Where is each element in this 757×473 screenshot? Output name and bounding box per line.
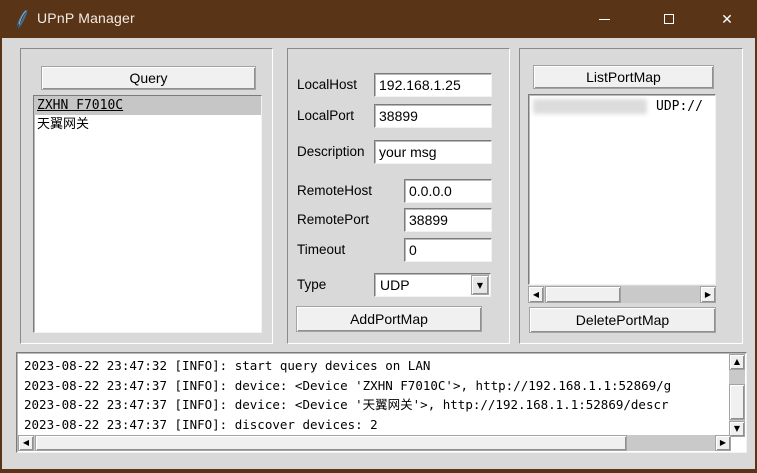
description-input[interactable] (374, 140, 492, 164)
scroll-right-icon: ▶ (704, 289, 712, 299)
remotehost-label: RemoteHost (297, 183, 373, 198)
timeout-input[interactable] (404, 238, 492, 262)
type-combobox-value: UDP (380, 277, 410, 293)
scroll-thumb[interactable] (545, 286, 621, 303)
log-line: 2023-08-22 23:47:32 [INFO]: start query … (24, 358, 431, 373)
remoteport-input[interactable] (404, 208, 492, 232)
portmap-list-item[interactable]: UDP:// (529, 97, 715, 115)
description-label: Description (297, 144, 365, 159)
close-button[interactable]: ✕ (704, 0, 750, 38)
chevron-down-icon: ▼ (476, 280, 484, 290)
localport-input[interactable] (374, 104, 492, 128)
device-list-item[interactable]: ZXHN F7010C (34, 96, 261, 115)
maximize-button[interactable] (646, 0, 692, 38)
timeout-label: Timeout (297, 242, 346, 257)
portmap-item-text: UDP:// (656, 98, 703, 114)
log-vscrollbar[interactable]: ▲ ▼ (729, 354, 745, 437)
titlebar: UPnP Manager ✕ (0, 0, 757, 38)
localhost-input[interactable] (374, 73, 492, 97)
type-combobox[interactable]: UDP ▼ (374, 273, 491, 297)
query-button[interactable]: Query (41, 66, 256, 90)
scroll-down-icon: ▼ (733, 424, 741, 433)
remoteport-label: RemotePort (297, 212, 370, 227)
portmap-hscrollbar[interactable]: ◀ ▶ (528, 286, 716, 303)
scroll-right-button[interactable]: ▶ (700, 286, 716, 303)
addportmap-button[interactable]: AddPortMap (296, 306, 482, 332)
listportmap-button[interactable]: ListPortMap (533, 65, 714, 89)
app-window: UPnP Manager ✕ Query ZXHN F7010C 天翼网关 Lo… (0, 0, 757, 473)
log-line: 2023-08-22 23:47:37 [INFO]: discover dev… (24, 416, 378, 432)
scroll-left-button[interactable]: ◀ (528, 286, 544, 303)
log-hscrollbar[interactable]: ◀ ▶ (18, 435, 731, 451)
scroll-thumb[interactable] (35, 435, 627, 451)
type-dropdown-button[interactable]: ▼ (471, 275, 489, 295)
type-label: Type (297, 277, 327, 292)
minimize-icon (598, 18, 610, 20)
portmap-listbox[interactable]: UDP:// (528, 94, 716, 285)
portmap-list-panel: ListPortMap UDP:// ◀ ▶ DeletePortMap (519, 48, 743, 344)
scroll-right-icon: ▶ (719, 438, 727, 447)
portmap-form-panel: LocalHost LocalPort Description RemoteHo… (287, 48, 510, 344)
window-title: UPnP Manager (37, 10, 135, 26)
localport-label: LocalPort (297, 108, 355, 123)
minimize-button[interactable] (581, 0, 627, 38)
scroll-down-button[interactable]: ▼ (729, 421, 745, 437)
scroll-up-icon: ▲ (733, 357, 741, 366)
log-text[interactable]: 2023-08-22 23:47:32 [INFO]: start query … (19, 354, 729, 437)
scroll-right-button[interactable]: ▶ (715, 435, 731, 451)
deleteportmap-button[interactable]: DeletePortMap (529, 307, 716, 333)
device-query-panel: Query ZXHN F7010C 天翼网关 (20, 48, 273, 344)
log-line: 2023-08-22 23:47:37 [INFO]: device: <Dev… (24, 397, 669, 412)
scroll-left-icon: ◀ (22, 438, 30, 447)
scroll-thumb[interactable] (729, 384, 745, 420)
maximize-icon (664, 14, 674, 24)
device-list-item[interactable]: 天翼网关 (34, 115, 261, 134)
scroll-up-button[interactable]: ▲ (729, 354, 745, 370)
remotehost-input[interactable] (404, 179, 492, 203)
scroll-left-icon: ◀ (532, 289, 540, 299)
log-area: 2023-08-22 23:47:32 [INFO]: start query … (16, 352, 747, 453)
scroll-left-button[interactable]: ◀ (18, 435, 34, 451)
device-listbox[interactable]: ZXHN F7010C 天翼网关 (33, 95, 262, 333)
close-icon: ✕ (721, 11, 733, 27)
log-line: 2023-08-22 23:47:37 [INFO]: device: <Dev… (24, 377, 672, 393)
localhost-label: LocalHost (297, 77, 358, 92)
redacted-region (533, 98, 647, 114)
tk-feather-icon (16, 8, 28, 29)
